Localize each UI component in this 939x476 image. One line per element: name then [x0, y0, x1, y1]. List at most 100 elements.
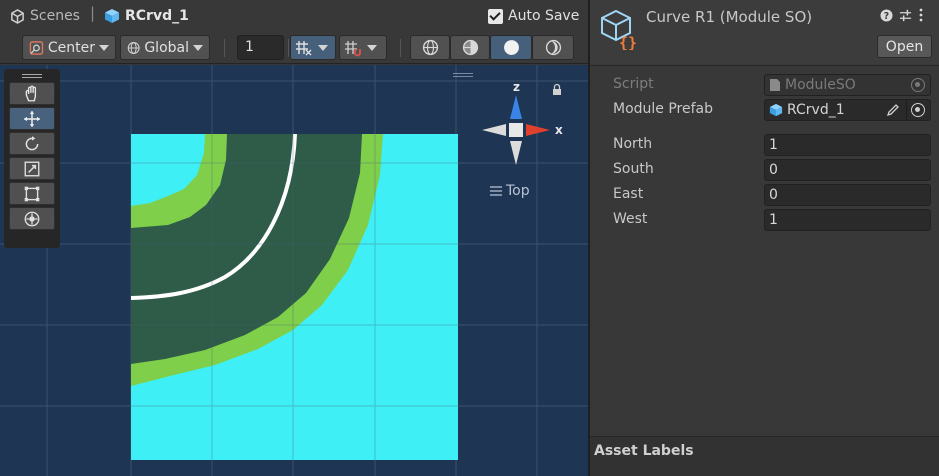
breadcrumb-separator: |	[90, 4, 96, 22]
chevron-down-icon	[318, 44, 328, 51]
west-input[interactable]: 1	[764, 209, 931, 231]
wireframe-sphere-icon	[422, 39, 438, 56]
scene-viewport[interactable]: z x Top	[0, 65, 588, 476]
move-tool-button[interactable]	[9, 107, 55, 130]
asset-labels-section[interactable]: Asset Labels	[590, 436, 939, 476]
rect-transform-icon	[24, 186, 40, 201]
chevron-down-icon	[99, 44, 109, 51]
rotate-tool-button[interactable]	[9, 132, 55, 155]
svg-text:?: ?	[884, 11, 889, 22]
module-prefab-value: RCrvd_1	[787, 102, 845, 118]
toolbar-divider	[224, 39, 225, 57]
script-value: ModuleSO	[785, 77, 856, 93]
field-row-west: West 1	[590, 209, 939, 231]
object-picker-icon	[911, 78, 925, 92]
prefab-cube-icon	[105, 9, 119, 23]
autosave-label: Auto Save	[508, 8, 580, 24]
space-mode-label: Global	[144, 39, 189, 56]
scale-icon	[24, 161, 40, 176]
south-label: South	[613, 161, 654, 177]
grid-snap-icon	[296, 40, 312, 55]
gizmo-neg-z-cone	[510, 141, 522, 165]
scale-tool-button[interactable]	[9, 157, 55, 180]
lock-icon	[553, 83, 561, 95]
chevron-down-icon	[193, 44, 203, 51]
script-row: Script ModuleSO	[590, 74, 939, 96]
north-input[interactable]: 1	[764, 134, 931, 156]
inspector-panel: {} Curve R1 (Module SO) ? Open Script Mo…	[590, 0, 939, 476]
chevron-down-icon	[367, 44, 377, 51]
rotate-icon	[25, 135, 39, 150]
breadcrumb-scenes-label: Scenes	[30, 8, 80, 24]
inspector-header-icons: ?	[880, 8, 924, 22]
breadcrumb-prefab-label: RCrvd_1	[125, 8, 189, 24]
script-field: ModuleSO	[764, 74, 931, 96]
south-input[interactable]: 0	[764, 159, 931, 181]
lighting-sphere-icon	[545, 39, 561, 56]
space-mode-dropdown[interactable]: Global	[120, 35, 210, 60]
view-mode-text: Top	[506, 183, 530, 199]
pivot-center-icon	[29, 40, 44, 55]
pencil-icon[interactable]	[886, 103, 900, 117]
module-prefab-row: Module Prefab RCrvd_1	[590, 99, 939, 121]
autosave-toggle[interactable]: Auto Save	[488, 6, 579, 26]
east-input[interactable]: 0	[764, 184, 931, 206]
help-icon[interactable]: ?	[880, 8, 893, 22]
east-label: East	[613, 186, 644, 202]
north-label: North	[613, 136, 653, 152]
preset-sliders-icon[interactable]	[899, 9, 912, 22]
magnet-grid-icon	[345, 40, 361, 56]
increment-snap-button[interactable]	[339, 35, 387, 60]
inspector-title: Curve R1 (Module SO)	[646, 8, 813, 26]
unity-logo-icon	[11, 8, 24, 24]
globe-icon	[127, 41, 140, 54]
scene-breadcrumb-bar: Scenes | RCrvd_1 Auto Save	[0, 0, 588, 32]
hand-tool-button[interactable]	[9, 82, 55, 105]
breadcrumb-prefab[interactable]: RCrvd_1	[104, 6, 189, 26]
kebab-menu-icon[interactable]	[918, 8, 924, 22]
pivot-mode-label: Center	[47, 39, 95, 56]
scriptable-object-icon: {}	[601, 9, 637, 50]
hand-icon	[25, 84, 37, 101]
gizmo-drag-handle[interactable]	[453, 73, 473, 77]
object-picker-icon[interactable]	[911, 103, 925, 117]
grid-snap-button[interactable]	[290, 35, 336, 60]
gizmo-z-cone	[510, 95, 522, 119]
toolbar-divider	[400, 39, 401, 57]
inspector-header: {} Curve R1 (Module SO) ? Open	[590, 0, 939, 66]
open-button[interactable]: Open	[877, 35, 932, 58]
draw-mode-unlit-button[interactable]	[532, 35, 574, 60]
scene-view-panel: Scenes | RCrvd_1 Auto Save Center Global…	[0, 0, 588, 476]
gizmo-neg-x-cone	[482, 124, 506, 136]
transform-tool-button[interactable]	[9, 207, 55, 230]
autosave-checkbox[interactable]	[488, 8, 503, 24]
draw-mode-shaded-button[interactable]	[490, 35, 532, 60]
module-prefab-field[interactable]: RCrvd_1	[764, 99, 931, 121]
gizmo-x-cone	[526, 124, 550, 136]
script-label: Script	[613, 76, 654, 92]
field-row-east: East 0	[590, 184, 939, 206]
orientation-gizmo[interactable]: z x	[478, 79, 568, 199]
palette-drag-handle[interactable]	[22, 74, 42, 78]
rect-tool-button[interactable]	[9, 182, 55, 205]
gizmo-x-label: x	[555, 123, 563, 137]
draw-mode-wireframe-button[interactable]	[410, 35, 450, 60]
gizmo-z-label: z	[513, 80, 520, 94]
field-row-north: North 1	[590, 134, 939, 156]
view-mode-label[interactable]: Top	[490, 183, 530, 199]
pivot-mode-dropdown[interactable]: Center	[22, 35, 116, 60]
svg-text:{}: {}	[619, 34, 637, 50]
menu-icon	[490, 186, 502, 196]
breadcrumb-scenes[interactable]: Scenes	[10, 6, 80, 26]
script-file-icon	[770, 79, 780, 91]
tool-palette	[4, 69, 60, 248]
scene-toolbar: Center Global 1	[0, 32, 588, 64]
module-prefab-label: Module Prefab	[613, 101, 714, 117]
prefab-cube-icon	[769, 103, 783, 117]
west-label: West	[613, 211, 648, 227]
gizmo-center-cube	[509, 123, 523, 137]
grid-size-field[interactable]: 1	[237, 35, 284, 60]
asset-labels-title: Asset Labels	[594, 443, 694, 459]
draw-mode-shaded-wireframe-button[interactable]	[450, 35, 490, 60]
field-row-south: South 0	[590, 159, 939, 181]
